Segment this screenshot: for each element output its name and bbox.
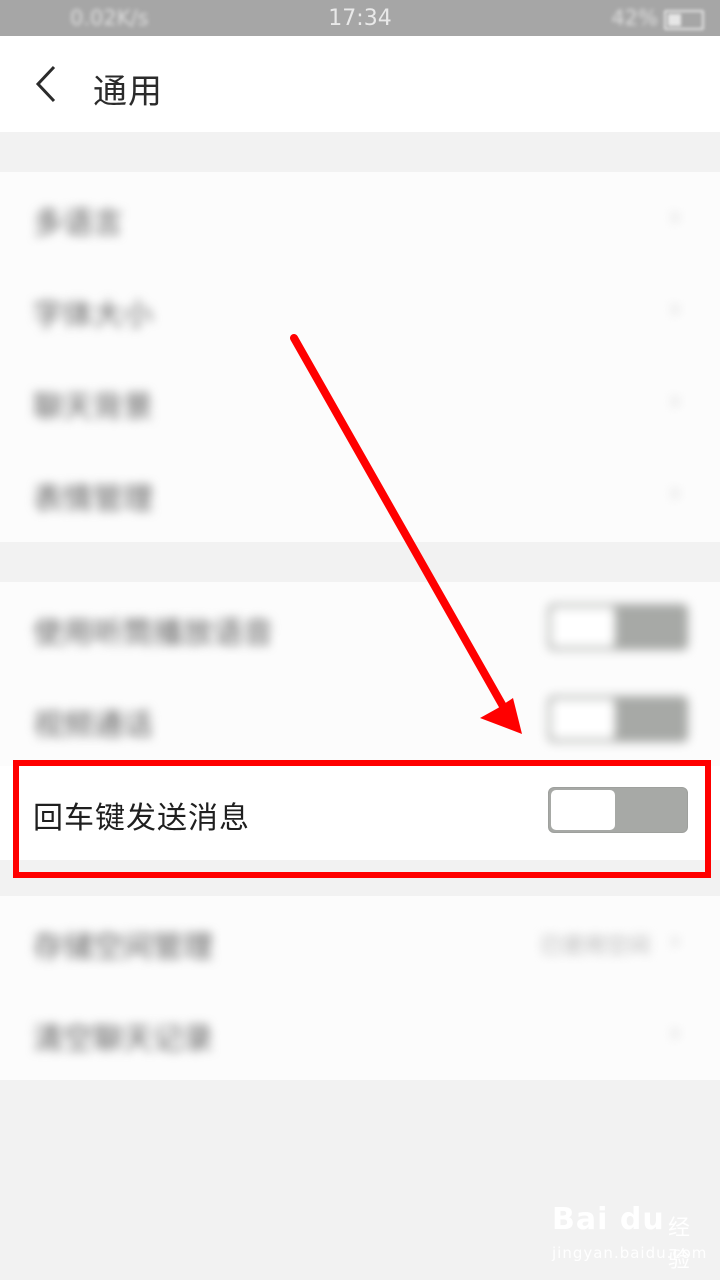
battery-icon <box>664 10 704 30</box>
battery-percent: 42% <box>611 6 658 30</box>
chevron-right-icon: › <box>670 1018 681 1048</box>
back-arrow-icon[interactable] <box>30 64 66 104</box>
row-label: 字体大小 <box>33 298 153 333</box>
row-label: 聊天背景 <box>33 390 153 425</box>
settings-row-font-size[interactable]: 字体大小 › <box>0 264 720 356</box>
baidu-watermark: Bai du 经验 jingyan.baidu.com <box>548 1192 708 1273</box>
watermark-sub: 经验 <box>668 1216 691 1273</box>
status-bar: 0.02K/s 17:34 42% <box>0 0 720 36</box>
chevron-right-icon: › <box>670 202 681 232</box>
row-label: 清空聊天记录 <box>33 1022 213 1057</box>
highlight-box <box>13 760 711 878</box>
row-label: 存储空间管理 <box>33 930 213 965</box>
settings-group-audio: 使用听筒播放语音 视频通话 <box>0 582 720 766</box>
page-title: 通用 <box>93 72 163 112</box>
app-header: 通用 <box>0 36 720 132</box>
settings-group-display: 多语言 › 字体大小 › 聊天背景 › 表情管理 › <box>0 172 720 542</box>
row-label: 多语言 <box>33 206 123 241</box>
settings-row-language[interactable]: 多语言 › <box>0 172 720 264</box>
row-label: 表情管理 <box>33 482 153 517</box>
earpiece-toggle[interactable] <box>548 604 688 650</box>
watermark-url: jingyan.baidu.com <box>552 1244 708 1262</box>
battery-level <box>668 14 681 26</box>
row-value: 已使用空间 <box>539 934 650 959</box>
settings-row-sticker-management[interactable]: 表情管理 › <box>0 448 720 540</box>
chevron-right-icon: › <box>670 478 681 508</box>
settings-row-chat-background[interactable]: 聊天背景 › <box>0 356 720 448</box>
video-call-toggle[interactable] <box>548 696 688 742</box>
settings-row-earpiece: 使用听筒播放语音 <box>0 582 720 674</box>
settings-row-storage[interactable]: 存储空间管理 已使用空间 › <box>0 896 720 988</box>
settings-row-video-call: 视频通话 <box>0 674 720 766</box>
watermark-brand: Bai du <box>552 1202 665 1237</box>
settings-row-clear-history[interactable]: 清空聊天记录 › <box>0 988 720 1080</box>
chevron-right-icon: › <box>670 294 681 324</box>
row-label: 视频通话 <box>33 708 153 743</box>
chevron-right-icon: › <box>670 926 681 956</box>
chevron-right-icon: › <box>670 386 681 416</box>
settings-group-storage: 存储空间管理 已使用空间 › 清空聊天记录 › <box>0 896 720 1080</box>
row-label: 使用听筒播放语音 <box>33 616 273 651</box>
